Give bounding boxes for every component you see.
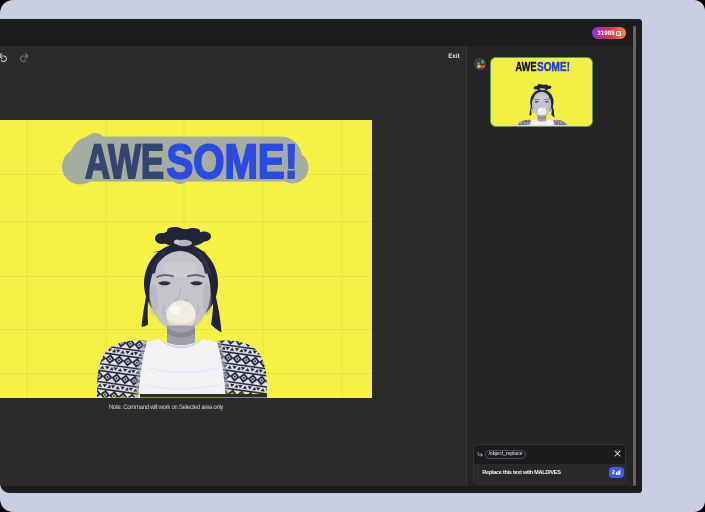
svg-text:SOME!: SOME!	[537, 59, 570, 74]
svg-text:SOME!: SOME!	[167, 135, 299, 188]
svg-text:AWE: AWE	[85, 135, 164, 188]
svg-text:AWE: AWE	[515, 59, 536, 74]
